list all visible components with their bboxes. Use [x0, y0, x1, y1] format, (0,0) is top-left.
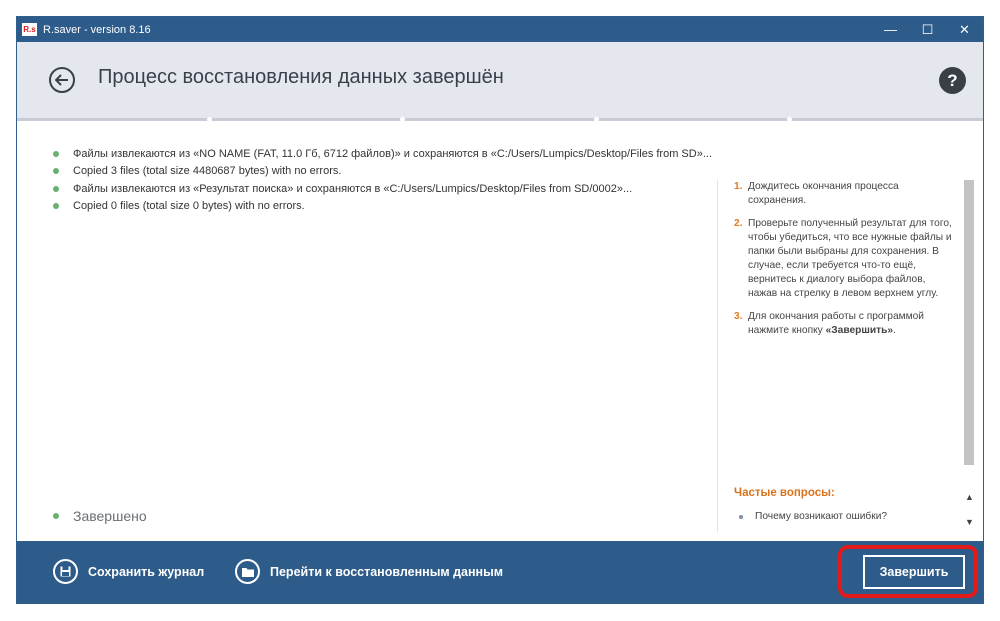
close-button[interactable]: ✕: [946, 17, 983, 42]
wizard-step-marker: [207, 117, 212, 122]
success-dot-icon: [53, 203, 59, 210]
log-entry-text: Файлы извлекаются из «NO NAME (FAT, 11.0…: [73, 147, 712, 160]
help-button[interactable]: ?: [939, 67, 966, 94]
faq-link-text[interactable]: Почему возникают ошибки?: [755, 511, 887, 522]
instructions-list: 1. Дождитесь окончания процесса сохранен…: [734, 180, 954, 347]
page-header: Процесс восстановления данных завершён ?: [17, 42, 983, 118]
step-text: Для окончания работы с программой нажмит…: [748, 310, 954, 338]
title-bar[interactable]: R.s R.saver - version 8.16 — ☐ ✕: [17, 17, 983, 42]
step-number: 2.: [734, 218, 743, 229]
floppy-disk-icon: [53, 559, 78, 584]
wizard-step-marker: [400, 117, 405, 122]
instruction-step: 3. Для окончания работы с программой наж…: [734, 310, 954, 338]
step-number: 1.: [734, 181, 743, 192]
footer-bar: Сохранить журнал Перейти к восстановленн…: [17, 541, 983, 603]
minimize-button[interactable]: —: [872, 17, 909, 42]
save-log-button[interactable]: Сохранить журнал: [53, 559, 204, 584]
window-title: R.saver - version 8.16: [43, 23, 151, 36]
step-number: 3.: [734, 311, 743, 322]
log-entry-text: Copied 0 files (total size 0 bytes) with…: [73, 200, 305, 213]
back-button[interactable]: [49, 67, 75, 93]
page-title: Процесс восстановления данных завершён: [98, 66, 504, 88]
help-panel-scrollbar[interactable]: ▲ ▼: [963, 180, 976, 532]
completion-status: Завершено: [53, 508, 147, 524]
maximize-button[interactable]: ☐: [909, 17, 946, 42]
log-entry: Copied 0 files (total size 0 bytes) with…: [53, 198, 712, 216]
step-text-emphasis: «Завершить»: [825, 325, 894, 336]
folder-icon: [235, 559, 260, 584]
faq-link[interactable]: Почему возникают ошибки?: [739, 511, 887, 522]
log-entry: Copied 3 files (total size 4480687 bytes…: [53, 163, 712, 181]
app-logo-icon: R.s: [22, 23, 37, 36]
operation-log: Файлы извлекаются из «NO NAME (FAT, 11.0…: [53, 145, 712, 215]
open-recovered-data-button[interactable]: Перейти к восстановленным данным: [235, 559, 503, 584]
step-text: Дождитесь окончания процесса сохранения.: [748, 181, 899, 206]
log-entry-text: Файлы извлекаются из «Результат поиска» …: [73, 182, 633, 195]
instruction-step: 1. Дождитесь окончания процесса сохранен…: [734, 180, 954, 208]
instruction-step: 2. Проверьте полученный результат для то…: [734, 217, 954, 301]
scroll-down-icon[interactable]: ▼: [963, 517, 976, 527]
app-window: R.s R.saver - version 8.16 — ☐ ✕ Процесс…: [16, 16, 984, 604]
success-dot-icon: [53, 150, 59, 157]
step-text-part: .: [893, 325, 896, 336]
finish-button[interactable]: Завершить: [863, 555, 965, 589]
arrow-left-icon: [55, 74, 68, 86]
step-text: Проверьте полученный результат для того,…: [748, 218, 952, 299]
log-entry-text: Copied 3 files (total size 4480687 bytes…: [73, 165, 342, 178]
wizard-step-marker: [594, 117, 599, 122]
bullet-icon: [739, 514, 743, 519]
log-entry: Файлы извлекаются из «NO NAME (FAT, 11.0…: [53, 145, 712, 163]
log-entry: Файлы извлекаются из «Результат поиска» …: [53, 180, 712, 198]
success-dot-icon: [53, 185, 59, 192]
open-recovered-data-label[interactable]: Перейти к восстановленным данным: [270, 565, 503, 579]
scroll-up-icon[interactable]: ▲: [963, 492, 976, 502]
faq-heading: Частые вопросы:: [734, 487, 835, 499]
success-dot-icon: [53, 168, 59, 175]
wizard-progress: [17, 117, 983, 122]
wizard-step-marker: [787, 117, 792, 122]
status-text: Завершено: [73, 508, 147, 524]
help-panel: 1. Дождитесь окончания процесса сохранен…: [717, 180, 966, 532]
success-dot-icon: [53, 513, 59, 519]
scrollbar-thumb[interactable]: [964, 180, 974, 465]
save-log-label[interactable]: Сохранить журнал: [88, 565, 204, 579]
